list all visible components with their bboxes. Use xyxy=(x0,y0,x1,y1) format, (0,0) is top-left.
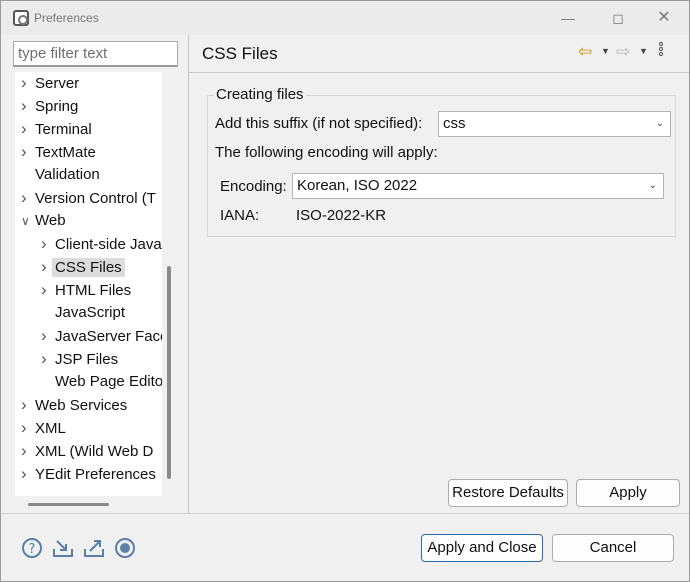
chevron-right-icon[interactable]: › xyxy=(21,463,35,485)
tree-item-label: Validation xyxy=(35,166,100,183)
chevron-right-icon[interactable]: › xyxy=(41,348,55,370)
chevron-right-icon[interactable]: › xyxy=(21,440,35,462)
tree-item[interactable]: Validation xyxy=(21,164,100,186)
tree-item[interactable]: › JavaServer Face xyxy=(41,325,162,347)
window-title: Preferences xyxy=(34,11,99,25)
tree-item-label: Terminal xyxy=(35,121,92,138)
tree-item-label: HTML Files xyxy=(55,282,132,299)
tree-item[interactable]: ∨ Web xyxy=(21,210,66,232)
tree-item-label: TextMate xyxy=(35,144,96,161)
iana-label: IANA: xyxy=(220,207,260,224)
suffix-label: Add this suffix (if not specified): xyxy=(215,115,423,132)
tree-horizontal-scrollbar[interactable] xyxy=(28,503,109,506)
tree-item-label: XML xyxy=(35,420,66,437)
apply-button[interactable]: Apply xyxy=(576,479,680,507)
import-icon[interactable] xyxy=(52,537,74,559)
iana-value: ISO-2022-KR xyxy=(296,207,387,224)
tree-item-label: XML (Wild Web D xyxy=(35,443,154,460)
tree-item[interactable]: › Version Control (T xyxy=(21,187,156,209)
tree-item-label: CSS Files xyxy=(52,258,125,277)
tree-item[interactable]: › XML xyxy=(21,417,66,439)
minimize-icon[interactable]: — xyxy=(557,7,579,29)
view-menu-icon[interactable] xyxy=(656,42,666,60)
chevron-right-icon[interactable]: › xyxy=(21,417,35,439)
header-separator xyxy=(189,72,689,73)
chevron-down-icon: ⌄ xyxy=(648,180,657,191)
chevron-right-icon[interactable]: › xyxy=(21,118,35,140)
encoding-value: Korean, ISO 2022 xyxy=(297,177,418,194)
group-title: Creating files xyxy=(214,86,306,103)
tree-item[interactable]: › Web Services xyxy=(21,394,127,416)
title-bar: Preferences — ◻ ✕ xyxy=(1,1,689,35)
panel-sash[interactable] xyxy=(188,35,189,513)
tree-item-label: Version Control (T xyxy=(35,190,156,207)
forward-dropdown-icon[interactable]: ▼ xyxy=(639,46,648,56)
suffix-value: css xyxy=(443,115,466,132)
tree-item-label: Spring xyxy=(35,98,79,115)
tree-item-label: JavaServer Face xyxy=(55,328,162,345)
filter-input[interactable] xyxy=(13,41,178,67)
preferences-window: Preferences — ◻ ✕ ›Server›Spring›Termina… xyxy=(0,0,690,582)
encoding-combo[interactable]: Korean, ISO 2022 ⌄ xyxy=(292,173,664,199)
restore-defaults-button[interactable]: Restore Defaults xyxy=(448,479,568,507)
tree-item[interactable]: › Server xyxy=(21,72,79,94)
tree-item[interactable]: › CSS Files xyxy=(41,256,125,278)
back-dropdown-icon[interactable]: ▼ xyxy=(601,46,610,56)
tree-item-label: JSP Files xyxy=(55,351,119,368)
suffix-combo[interactable]: css ⌄ xyxy=(438,111,671,137)
maximize-icon[interactable]: ◻ xyxy=(607,7,629,29)
tree-item[interactable]: JavaScript xyxy=(41,302,125,324)
encoding-label: Encoding: xyxy=(220,178,287,195)
chevron-right-icon[interactable]: › xyxy=(21,95,35,117)
tree-item[interactable]: › YEdit Preferences xyxy=(21,463,156,485)
tree-item[interactable]: › JSP Files xyxy=(41,348,118,370)
chevron-down-icon[interactable]: ∨ xyxy=(21,210,35,232)
apply-and-close-button[interactable]: Apply and Close xyxy=(421,534,543,562)
eclipse-app-icon xyxy=(13,10,29,26)
tree-item[interactable]: › XML (Wild Web D xyxy=(21,440,153,462)
chevron-right-icon[interactable]: › xyxy=(41,325,55,347)
tree-item[interactable]: › Terminal xyxy=(21,118,92,140)
tree-item[interactable]: › Client-side Java xyxy=(41,233,162,255)
tree-item-label: YEdit Preferences xyxy=(35,466,156,483)
tree-item[interactable]: › HTML Files xyxy=(41,279,131,301)
tree-item[interactable]: › Spring xyxy=(21,95,78,117)
page-title: CSS Files xyxy=(202,44,278,63)
cancel-button[interactable]: Cancel xyxy=(552,534,674,562)
tree-item-label: JavaScript xyxy=(55,304,126,321)
chevron-right-icon[interactable]: › xyxy=(41,279,55,301)
close-icon[interactable]: ✕ xyxy=(653,7,675,29)
preferences-tree: › Server › Spring › Terminal › TextMate Validati… xyxy=(15,72,162,496)
tree-item-label: Client-side Java xyxy=(55,236,162,253)
svg-text:?: ? xyxy=(29,542,36,557)
chevron-down-icon: ⌄ xyxy=(655,118,664,129)
tree-item-label: Web xyxy=(35,212,66,229)
tree-item-label: Server xyxy=(35,75,80,92)
encoding-intro-label: The following encoding will apply: xyxy=(215,144,438,161)
forward-arrow-icon[interactable]: ⇨ xyxy=(616,42,630,62)
record-icon[interactable] xyxy=(114,537,136,559)
help-icon[interactable]: ? xyxy=(21,537,43,559)
tree-item-label: Web Page Edito xyxy=(55,373,162,390)
tree-item-label: Web Services xyxy=(35,397,128,414)
chevron-right-icon[interactable]: › xyxy=(21,187,35,209)
tree-vertical-scrollbar[interactable] xyxy=(167,266,171,479)
tree-item[interactable]: › TextMate xyxy=(21,141,96,163)
chevron-right-icon[interactable]: › xyxy=(21,394,35,416)
export-icon[interactable] xyxy=(83,537,105,559)
chevron-right-icon[interactable]: › xyxy=(21,141,35,163)
chevron-right-icon[interactable]: › xyxy=(21,72,35,94)
tree-item[interactable]: Web Page Edito xyxy=(41,371,162,393)
back-arrow-icon[interactable]: ⇦ xyxy=(578,42,592,62)
footer-separator xyxy=(1,513,689,514)
chevron-right-icon[interactable]: › xyxy=(41,233,55,255)
